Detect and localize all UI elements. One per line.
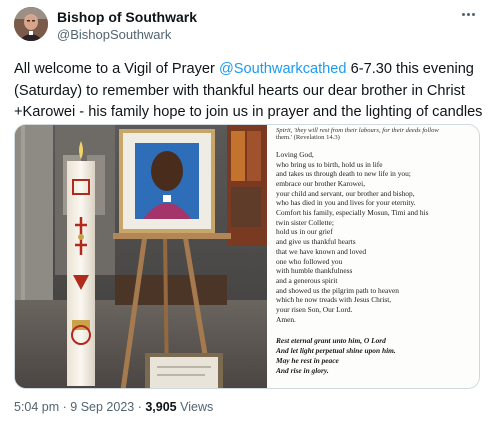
- rest-line: Rest eternal grant unto him, O Lord: [276, 336, 386, 346]
- meta-separator: ·: [134, 400, 146, 414]
- prayer-line: and give us thankful hearts: [276, 237, 356, 247]
- prayer-line: hold us in our grief: [276, 227, 333, 237]
- prayer-line: Loving God,: [276, 149, 314, 159]
- tweet-text-start: All welcome to a Vigil of Prayer: [14, 61, 219, 77]
- prayer-line: Amen.: [276, 314, 296, 324]
- rest-eternal-text: Rest eternal grant unto him, O Lord And …: [276, 336, 473, 375]
- more-dot: [461, 12, 465, 16]
- doc-header-line: Spirit, 'they will rest from their labou…: [276, 127, 439, 134]
- more-dot: [466, 12, 470, 16]
- tweet-date[interactable]: 9 Sep 2023: [70, 400, 134, 414]
- prayer-line: who has died in you and lives for your e…: [276, 198, 416, 208]
- more-dot: [471, 12, 475, 16]
- tweet-media[interactable]: Spirit, 'they will rest from their labou…: [14, 124, 480, 389]
- views-count[interactable]: 3,905: [145, 400, 176, 414]
- prayer-line: twin sister Collette;: [276, 217, 334, 227]
- rest-line: And rise in glory.: [276, 365, 329, 375]
- prayer-text: Loving God, who bring us to birth, hold …: [276, 150, 473, 325]
- more-options-icon[interactable]: [457, 5, 479, 23]
- mention-link[interactable]: @Southwarkcathed: [219, 61, 347, 77]
- tweet-text: All welcome to a Vigil of Prayer @Southw…: [14, 59, 484, 124]
- rest-line: May he rest in peace: [276, 355, 339, 365]
- prayer-line: that we have known and loved: [276, 246, 367, 256]
- author-name[interactable]: Bishop of Southwark: [57, 9, 197, 25]
- prayer-line: who bring us to birth, hold us in life: [276, 159, 383, 169]
- views-label: Views: [176, 400, 214, 414]
- doc-header-line: them.' (Revelation 14.3): [276, 134, 340, 142]
- tweet-meta: 5:04 pm · 9 Sep 2023 · 3,905 Views: [14, 400, 213, 414]
- avatar[interactable]: [14, 7, 48, 41]
- author-handle[interactable]: @BishopSouthwark: [57, 27, 171, 42]
- memorial-photo: [15, 125, 267, 388]
- tweet-time[interactable]: 5:04 pm: [14, 400, 59, 414]
- prayer-line: your risen Son, Our Lord.: [276, 305, 353, 315]
- prayer-line: Comfort his family, especially Mosun, Ti…: [276, 208, 429, 218]
- prayer-line: one who followed you: [276, 256, 343, 266]
- prayer-line: which he now treads with Jesus Christ,: [276, 295, 392, 305]
- prayer-line: embrace our brother Karowei,: [276, 178, 366, 188]
- prayer-document: Spirit, 'they will rest from their labou…: [267, 125, 479, 388]
- meta-separator: ·: [59, 400, 71, 414]
- prayer-line: your child and servant, our brother and …: [276, 188, 415, 198]
- rest-line: And let light perpetual shine upon him.: [276, 346, 396, 356]
- tweet: Bishop of Southwark @BishopSouthwark All…: [0, 0, 491, 427]
- prayer-line: and showed us the pilgrim path to heaven: [276, 285, 399, 295]
- prayer-line: and takes us through death to new life i…: [276, 169, 411, 179]
- prayer-line: and a generous spirit: [276, 275, 338, 285]
- prayer-line: with humble thankfulness: [276, 266, 353, 276]
